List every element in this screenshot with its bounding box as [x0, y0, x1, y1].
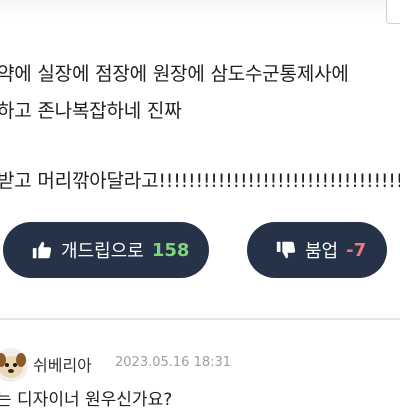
- comment-divider: [0, 318, 400, 320]
- corner-checkbox[interactable]: [386, 0, 400, 24]
- post-text-line-1: 약에 실장에 점장에 원장에 삼도수군통제사에: [0, 63, 349, 85]
- dog-avatar-icon[interactable]: [0, 348, 28, 382]
- downvote-count: -7: [346, 239, 367, 261]
- thumbs-up-icon: [31, 239, 53, 261]
- post-text-line-3: 받고 머리깎아달라고!!!!!!!!!!!!!!!!!!!!!!!!!!!!!!…: [0, 170, 400, 192]
- upvote-button[interactable]: 개드립으로 158: [3, 222, 209, 278]
- thumbs-down-icon: [275, 239, 297, 261]
- downvote-label: 붐업: [305, 241, 339, 262]
- top-edge: [0, 0, 400, 22]
- upvote-count: 158: [151, 239, 190, 261]
- comment-author[interactable]: 쉬베리아: [33, 352, 92, 376]
- comment-text: 는 디자이너 원우신가요?: [0, 390, 173, 410]
- comment-date: 2023.05.16 18:31: [115, 355, 232, 370]
- downvote-button[interactable]: 붐업 -7: [247, 222, 387, 278]
- upvote-label: 개드립으로: [61, 241, 144, 262]
- post-text-line-2: 하고 존나복잡하네 진짜: [0, 100, 182, 122]
